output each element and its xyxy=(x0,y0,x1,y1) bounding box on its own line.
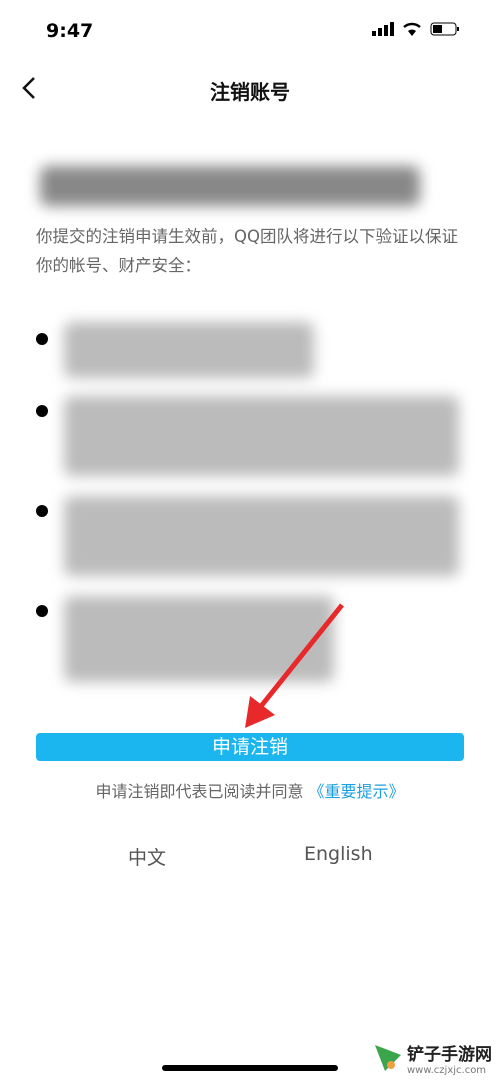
blurred-item xyxy=(64,396,459,476)
language-chinese[interactable]: 中文 xyxy=(128,843,166,870)
agreement-text: 申请注销即代表已阅读并同意 《重要提示》 xyxy=(0,778,500,802)
watermark-logo-icon xyxy=(375,1045,401,1071)
bullet xyxy=(36,405,48,417)
blurred-item xyxy=(64,496,459,576)
page-title: 注销账号 xyxy=(210,80,290,104)
watermark: 铲子手游网 www.czjxjc.com xyxy=(373,1040,492,1076)
agreement-label: 申请注销即代表已阅读并同意 xyxy=(95,782,304,801)
home-indicator[interactable] xyxy=(162,1065,338,1071)
bullet xyxy=(36,333,48,345)
bullet xyxy=(36,605,48,617)
language-english[interactable]: English xyxy=(304,843,373,865)
status-time: 9:47 xyxy=(46,20,94,42)
battery-icon xyxy=(430,22,459,36)
watermark-name: 铲子手游网 xyxy=(407,1045,492,1065)
apply-cancellation-button[interactable]: 申请注销 xyxy=(36,733,464,761)
intro-text: 你提交的注销申请生效前，QQ团队将进行以下验证以保证你的帐号、财产安全： xyxy=(36,227,458,275)
bullet xyxy=(36,505,48,517)
red-arrow-annotation xyxy=(245,603,344,728)
cellular-signal-icon xyxy=(372,22,394,36)
watermark-url: www.czjxjc.com xyxy=(407,1065,487,1076)
wifi-icon xyxy=(403,22,421,36)
blurred-item xyxy=(64,322,314,378)
status-bar: 9:47 xyxy=(0,0,500,60)
important-notice-link[interactable]: 《重要提示》 xyxy=(309,782,405,801)
blurred-heading xyxy=(40,166,420,206)
